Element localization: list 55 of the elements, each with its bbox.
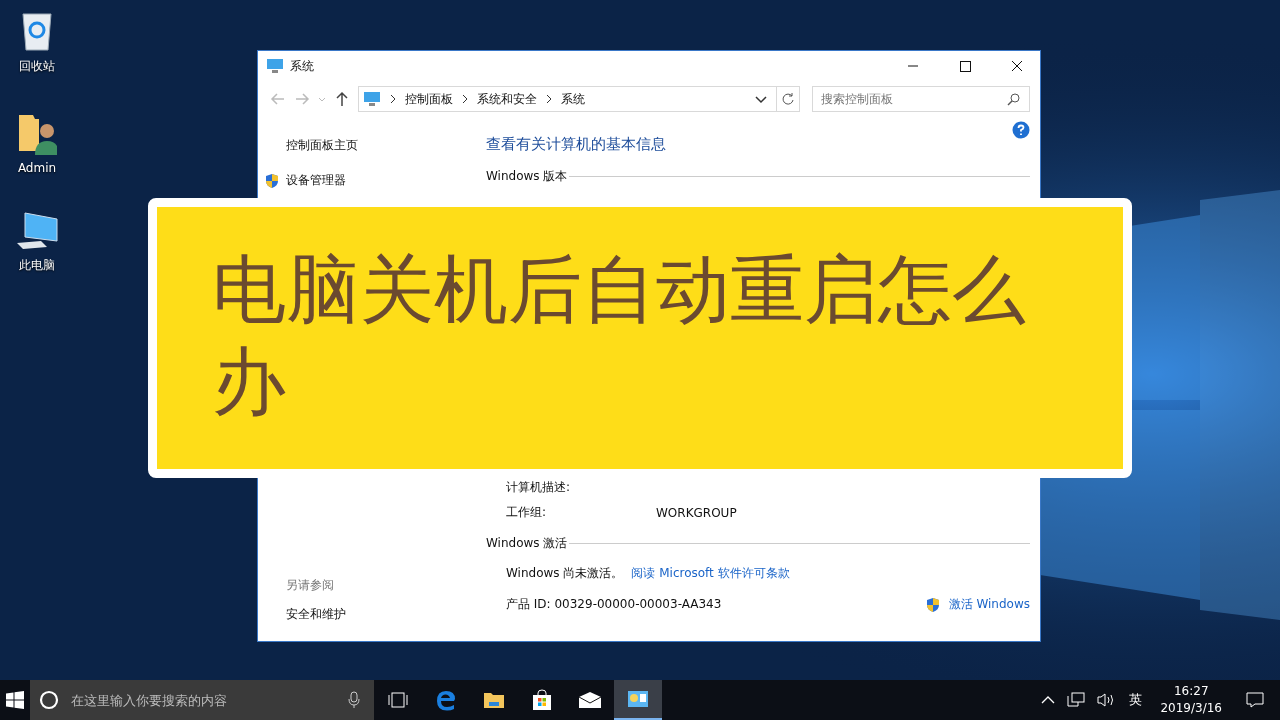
product-id: 产品 ID: 00329-00000-00003-AA343 xyxy=(506,596,722,613)
sidebar-link[interactable]: 控制面板主页 xyxy=(264,137,358,154)
speaker-icon[interactable] xyxy=(1097,692,1116,708)
desktop-icon-label: Admin xyxy=(17,161,57,175)
chevron-right-icon xyxy=(461,94,469,104)
breadcrumb-item[interactable]: 系统和安全 xyxy=(477,90,537,108)
microphone-icon[interactable] xyxy=(348,691,360,709)
folder-icon xyxy=(483,691,505,709)
section-heading: Windows 激活 xyxy=(486,535,568,552)
search-icon xyxy=(1007,92,1021,106)
computer-icon xyxy=(363,91,381,107)
chevron-right-icon xyxy=(389,94,397,104)
shield-icon xyxy=(264,172,280,189)
sidebar-link[interactable]: 安全和维护 xyxy=(264,606,346,623)
input-method-indicator[interactable]: 英 xyxy=(1129,691,1143,709)
info-label: 计算机描述: xyxy=(506,479,572,496)
refresh-icon[interactable] xyxy=(781,92,795,106)
breadcrumb-item[interactable]: 系统 xyxy=(561,90,585,108)
control-panel-icon xyxy=(627,690,649,708)
window-title: 系统 xyxy=(290,57,314,75)
see-also-heading: 另请参阅 xyxy=(285,577,334,594)
desktop-icon-label: 回收站 xyxy=(19,58,55,75)
activate-windows-link[interactable]: 激活 Windows xyxy=(948,596,1030,613)
windows-logo-icon[interactable] xyxy=(6,691,24,709)
section-heading: Windows 版本 xyxy=(486,168,568,185)
clock-date[interactable]: 2019/3/16 xyxy=(1160,700,1222,717)
activation-status: Windows 尚未激活。 xyxy=(506,565,624,582)
chevron-up-icon[interactable] xyxy=(1041,695,1056,705)
notification-icon[interactable] xyxy=(1246,692,1264,708)
search-input[interactable]: 搜索控制面板 xyxy=(821,91,971,107)
taskbar-search-field[interactable]: 在这里输入你要搜索的内容 xyxy=(30,680,374,720)
circle-icon xyxy=(39,690,59,710)
help-icon[interactable] xyxy=(1012,121,1030,139)
taskbar-search-input[interactable]: 在这里输入你要搜索的内容 xyxy=(69,691,338,709)
network-icon[interactable] xyxy=(1067,692,1086,708)
clock-time[interactable]: 16:27 xyxy=(1173,683,1209,700)
license-link[interactable]: 阅读 Microsoft 软件许可条款 xyxy=(631,565,790,582)
chevron-right-icon xyxy=(545,94,553,104)
page-heading: 查看有关计算机的基本信息 xyxy=(486,135,666,154)
address-bar[interactable]: 控制面板 系统和安全 系统 xyxy=(358,86,800,112)
shield-icon xyxy=(924,596,941,613)
info-label: 工作组: xyxy=(506,504,548,521)
computer-icon xyxy=(266,58,284,74)
computer-icon[interactable] xyxy=(15,211,59,251)
banner-title: 电脑关机后自动重启怎么办 xyxy=(212,245,1027,426)
sidebar-link[interactable]: 设备管理器 xyxy=(286,172,346,189)
info-value: WORKGROUP xyxy=(656,505,737,520)
browser-e-icon xyxy=(435,689,457,711)
shopping-bag-icon xyxy=(532,689,552,711)
taskbar-app-button[interactable] xyxy=(614,680,662,720)
task-view-icon xyxy=(387,692,409,708)
desktop-icon-label: 此电脑 xyxy=(19,257,55,274)
breadcrumb-item[interactable]: 控制面板 xyxy=(405,90,453,108)
envelope-icon xyxy=(578,692,602,708)
search-field[interactable]: 搜索控制面板 xyxy=(812,86,1030,112)
